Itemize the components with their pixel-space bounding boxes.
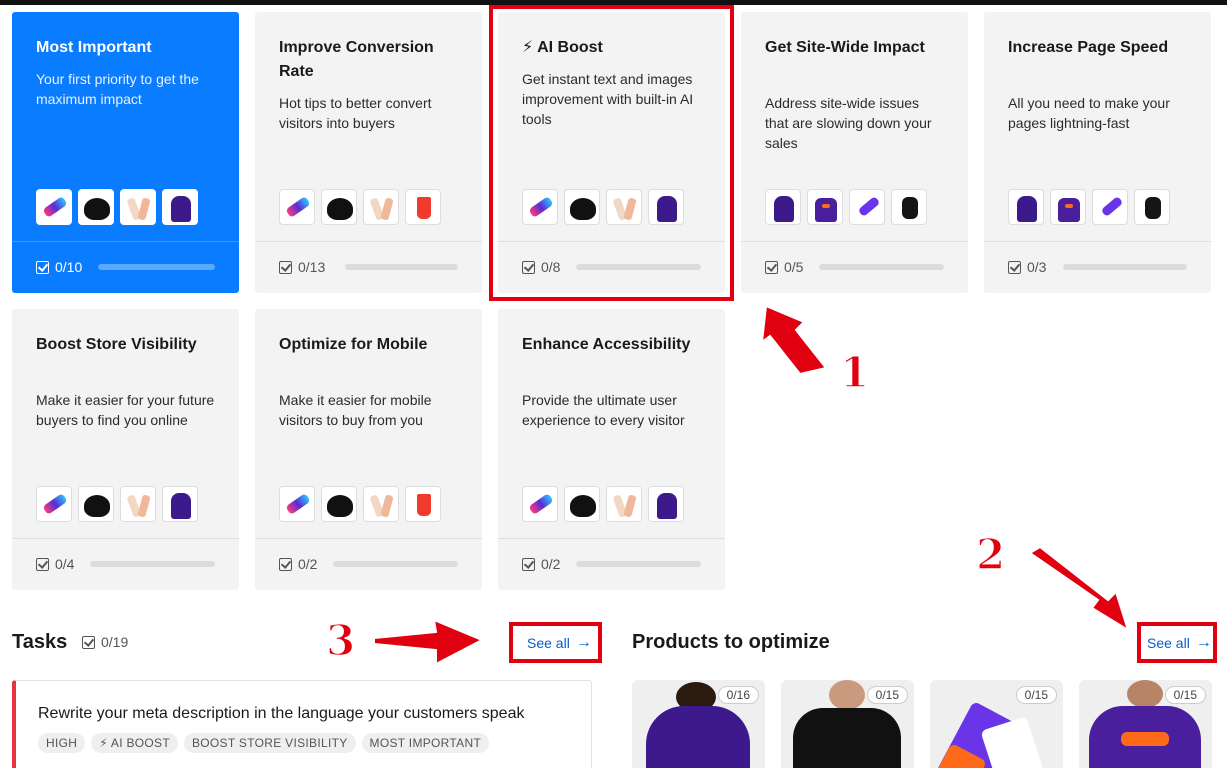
arrow-3	[373, 618, 485, 666]
product-task-badge: 0/15	[1164, 686, 1206, 704]
product-card-gift-card[interactable]: 0/15	[930, 680, 1063, 768]
tag-ai-boost: ⚡ AI BOOST	[91, 733, 178, 753]
product-task-badge: 0/16	[717, 686, 759, 704]
product-task-badge: 0/15	[1015, 686, 1057, 704]
products-see-all-link[interactable]: See all →	[1147, 634, 1212, 652]
tasks-title: Tasks	[12, 631, 68, 653]
product-card-purple-sweatshirt[interactable]: 0/15	[1079, 680, 1212, 768]
tag-most-important: MOST IMPORTANT	[361, 733, 490, 753]
arrow-right-icon: →	[575, 634, 592, 651]
brand-logo-patch	[1121, 732, 1169, 746]
product-task-badge: 0/15	[866, 686, 908, 704]
checkbox-icon	[82, 635, 95, 649]
task-tags: HIGH ⚡ AI BOOST BOOST STORE VISIBILITY M…	[38, 733, 490, 753]
see-all-label: See all	[1147, 635, 1190, 651]
black-polo-image	[793, 708, 901, 768]
tasks-see-all-link[interactable]: See all →	[527, 634, 592, 652]
person-head	[1127, 680, 1163, 708]
purple-hoodie-image	[646, 706, 750, 768]
person-head	[829, 680, 865, 710]
task-title: Rewrite your meta description in the lan…	[38, 705, 525, 722]
task-card[interactable]: Rewrite your meta description in the lan…	[12, 680, 592, 768]
tasks-count: 0/19	[82, 634, 128, 650]
product-card-purple-hoodie[interactable]: 0/16	[632, 680, 765, 768]
annotation-number-1: 1	[839, 347, 870, 398]
annotation-number-2: 2	[975, 529, 1006, 580]
products-title: Products to optimize	[632, 631, 830, 653]
tag-boost-store-visibility: BOOST STORE VISIBILITY	[183, 733, 356, 753]
see-all-label: See all	[527, 635, 570, 651]
annotation-number-3: 3	[325, 615, 356, 666]
annotation-arrows	[373, 304, 1130, 666]
product-card-black-polo[interactable]: 0/15	[781, 680, 914, 768]
tag-priority: HIGH	[38, 733, 86, 753]
arrow-1	[760, 304, 828, 376]
tasks-count-value: 0/19	[101, 634, 129, 650]
arrow-2	[1028, 545, 1130, 633]
arrow-right-icon: →	[1195, 634, 1212, 651]
